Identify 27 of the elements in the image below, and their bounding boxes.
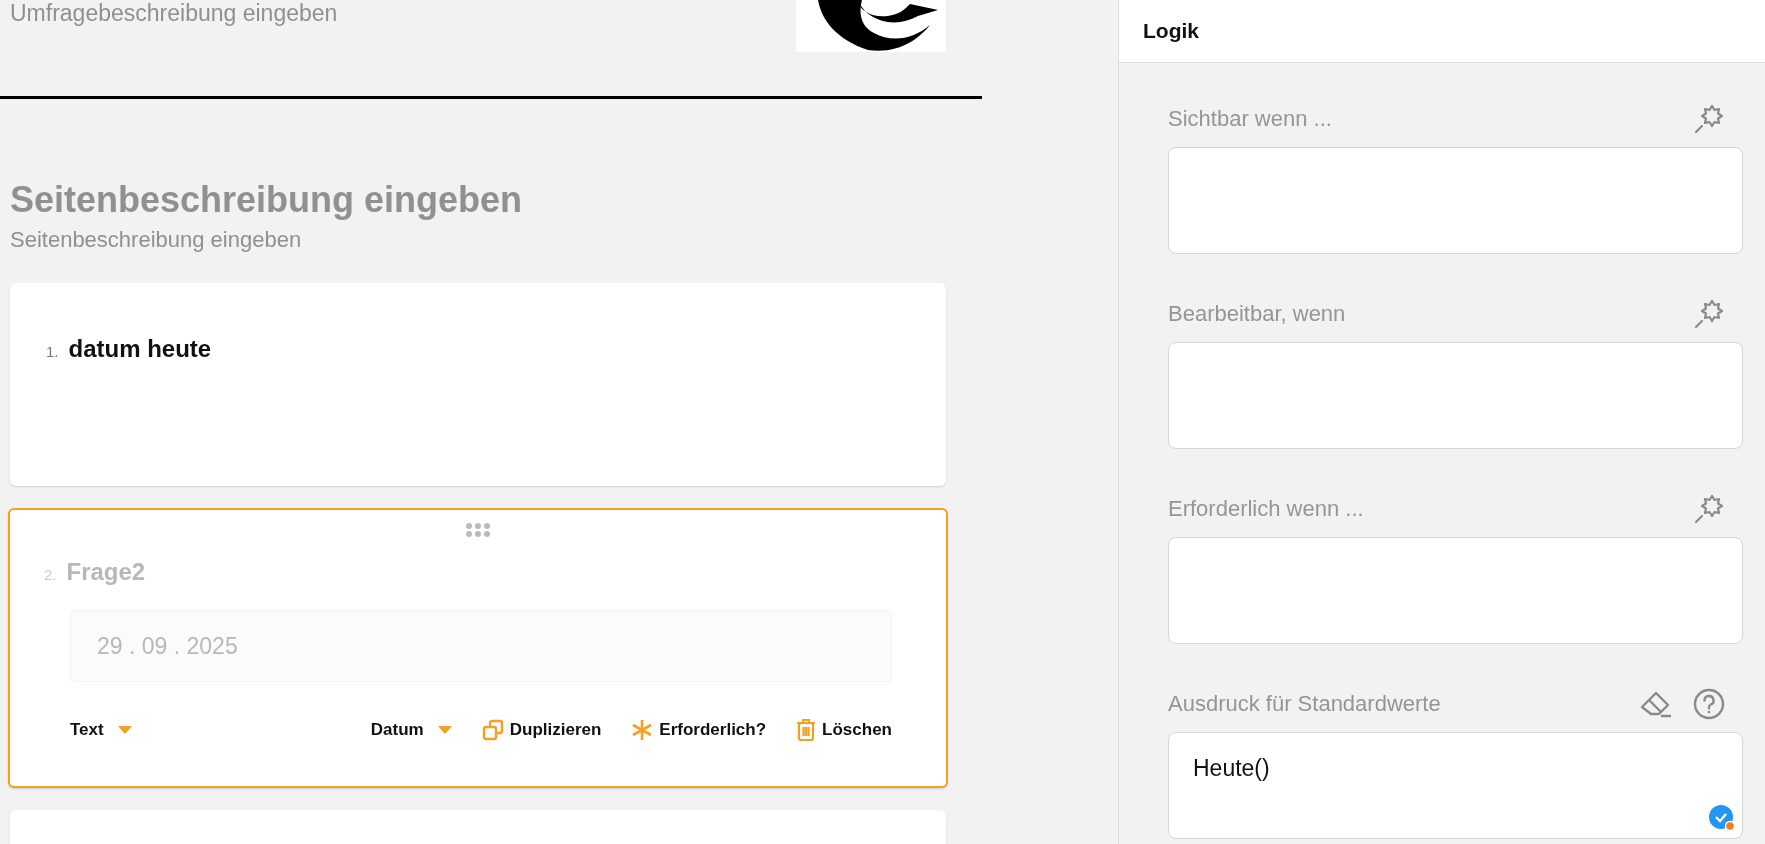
magic-wand-icon[interactable]	[1693, 298, 1725, 330]
type-dropdown[interactable]: Datum	[370, 720, 452, 740]
field-label: Erforderlich wenn ...	[1168, 496, 1364, 522]
asterisk-icon	[631, 719, 654, 741]
magic-wand-icon[interactable]	[1693, 103, 1725, 135]
expression-field[interactable]	[1168, 342, 1743, 449]
toolbar-button[interactable]: Löschen	[796, 718, 892, 742]
question-card[interactable]: 1. datum heute	[10, 283, 946, 486]
caret-icon	[117, 725, 132, 735]
copy-icon	[481, 719, 504, 741]
expression-field[interactable]	[1168, 537, 1743, 644]
question-number: 1.	[46, 343, 59, 360]
drag-handle-icon[interactable]	[465, 522, 491, 538]
field-label: Bearbeitbar, wenn	[1168, 301, 1346, 327]
magic-wand-icon[interactable]	[1693, 493, 1725, 525]
expression-field[interactable]: Heute()	[1168, 732, 1743, 839]
question-title[interactable]: datum heute	[68, 335, 212, 363]
caret-icon	[437, 725, 452, 735]
trash-icon	[796, 718, 817, 742]
toolbar-button[interactable]: Erforderlich?	[631, 719, 767, 741]
panel-title: Logik	[1119, 0, 1765, 63]
help-icon[interactable]	[1693, 688, 1725, 720]
expression-field[interactable]	[1168, 147, 1743, 254]
type-dropdown[interactable]: Text	[70, 720, 132, 740]
field-label: Ausdruck für Standardwerte	[1168, 691, 1441, 717]
field-label: Sichtbar wenn ...	[1168, 106, 1332, 132]
toolbar-button[interactable]: Duplizieren	[481, 719, 602, 741]
